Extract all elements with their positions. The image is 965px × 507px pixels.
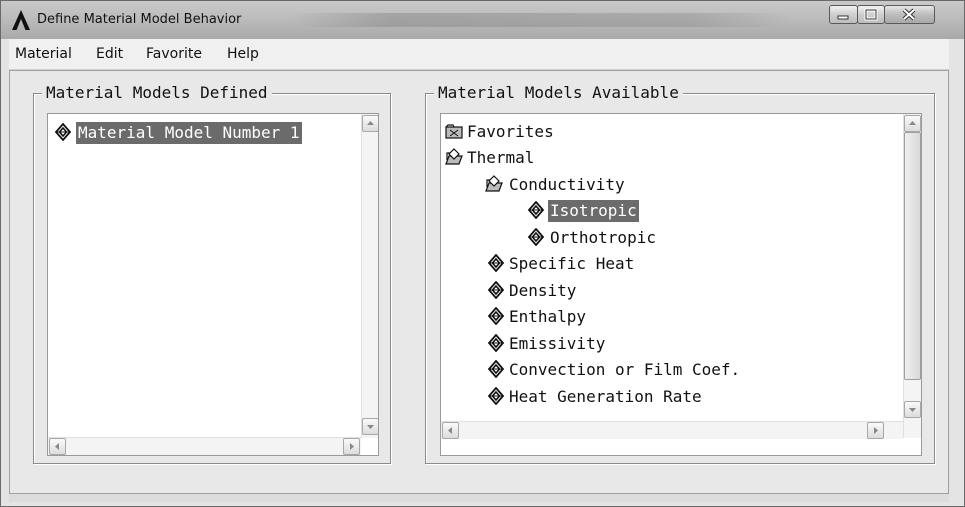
ansys-logo-icon [12, 10, 30, 30]
folder-open-icon [485, 175, 503, 192]
tree-item-label: Heat Generation Rate [509, 387, 702, 406]
down-arrow-icon [909, 408, 916, 412]
window-title: Define Material Model Behavior [37, 12, 242, 27]
up-arrow-icon [367, 121, 374, 125]
define-material-model-window: Define Material Model Behavior Material … [0, 0, 965, 507]
defined-models-title: Material Models Defined [42, 83, 272, 102]
material-icon [487, 281, 505, 299]
scroll-left-button[interactable] [49, 438, 66, 455]
tree-item-specific-heat[interactable]: Specific Heat [487, 252, 787, 276]
menu-favorite[interactable]: Favorite [146, 46, 202, 62]
maximize-button[interactable] [857, 5, 885, 24]
tree-item-label: Conductivity [509, 175, 625, 194]
dialog-bottom-bar [9, 494, 949, 502]
material-icon [527, 228, 545, 246]
available-models-group: Material Models Available Favorites Ther… [425, 83, 935, 464]
material-icon [487, 360, 505, 378]
scroll-right-button[interactable] [343, 438, 360, 455]
material-icon [487, 334, 505, 352]
tree-item-material-model-1[interactable]: Material Model Number 1 [54, 121, 334, 145]
available-models-tree[interactable]: Favorites Thermal Conductivity Isotropic… [440, 113, 922, 456]
menu-edit[interactable]: Edit [96, 46, 123, 62]
tree-item-emissivity[interactable]: Emissivity [487, 332, 787, 356]
tree-item-isotropic[interactable]: Isotropic [527, 199, 727, 223]
tree-item-label: Emissivity [509, 334, 606, 353]
tree-item-convection-or-film-coef[interactable]: Convection or Film Coef. [487, 358, 807, 382]
defined-vertical-scrollbar[interactable] [361, 114, 378, 438]
tree-item-label: Favorites [467, 122, 554, 141]
scroll-right-button[interactable] [867, 422, 884, 439]
menu-help[interactable]: Help [227, 46, 259, 62]
tree-item-label: Enthalpy [509, 307, 587, 326]
material-icon [487, 254, 505, 272]
defined-models-tree[interactable]: Material Model Number 1 [47, 113, 379, 456]
tree-item-enthalpy[interactable]: Enthalpy [487, 305, 787, 329]
title-blurred-region [291, 13, 791, 27]
minimize-button[interactable] [829, 5, 858, 24]
close-icon [902, 8, 916, 21]
tree-item-label: Thermal [467, 148, 535, 167]
down-arrow-icon [367, 425, 374, 429]
left-arrow-icon [55, 443, 59, 450]
title-bar[interactable]: Define Material Model Behavior [1, 1, 964, 39]
tree-item-heat-generation-rate[interactable]: Heat Generation Rate [487, 385, 807, 409]
close-button[interactable] [884, 5, 935, 24]
tree-item-label: Specific Heat [509, 254, 635, 273]
tree-item-label: Density [509, 281, 577, 300]
dialog-client-area: Material Models Defined Material Model N… [9, 70, 949, 494]
tree-item-density[interactable]: Density [487, 279, 787, 303]
tree-item-conductivity[interactable]: Conductivity [485, 173, 785, 197]
right-arrow-icon [874, 427, 878, 434]
scroll-up-button[interactable] [362, 115, 378, 132]
available-horizontal-scrollbar[interactable] [441, 421, 903, 439]
available-models-title: Material Models Available [434, 83, 683, 102]
tree-item-label: Convection or Film Coef. [509, 360, 741, 379]
defined-horizontal-scrollbar[interactable] [48, 437, 361, 455]
material-icon [54, 123, 72, 141]
material-icon [487, 387, 505, 405]
tree-item-label: Isotropic [548, 200, 639, 222]
scroll-up-button[interactable] [904, 115, 921, 132]
material-icon [487, 307, 505, 325]
scroll-down-button[interactable] [904, 401, 921, 418]
left-arrow-icon [448, 427, 452, 434]
maximize-icon [864, 8, 878, 21]
menu-bar: Material Edit Favorite Help [9, 39, 949, 70]
available-vertical-scrollbar[interactable] [903, 114, 921, 438]
tree-item-thermal[interactable]: Thermal [445, 146, 745, 170]
tree-item-favorites[interactable]: Favorites [445, 120, 745, 144]
right-arrow-icon [350, 443, 354, 450]
scroll-thumb[interactable] [904, 132, 921, 380]
menu-material[interactable]: Material [15, 46, 72, 62]
scroll-left-button[interactable] [442, 422, 459, 439]
minimize-icon [837, 15, 849, 20]
material-icon [527, 201, 545, 219]
up-arrow-icon [909, 121, 916, 125]
tree-item-orthotropic[interactable]: Orthotropic [527, 226, 727, 250]
defined-models-group: Material Models Defined Material Model N… [33, 83, 391, 464]
folder-closed-icon [445, 124, 463, 139]
tree-item-label: Orthotropic [550, 228, 656, 247]
folder-open-icon [445, 148, 463, 165]
tree-item-label: Material Model Number 1 [76, 122, 302, 144]
scroll-down-button[interactable] [362, 418, 378, 435]
